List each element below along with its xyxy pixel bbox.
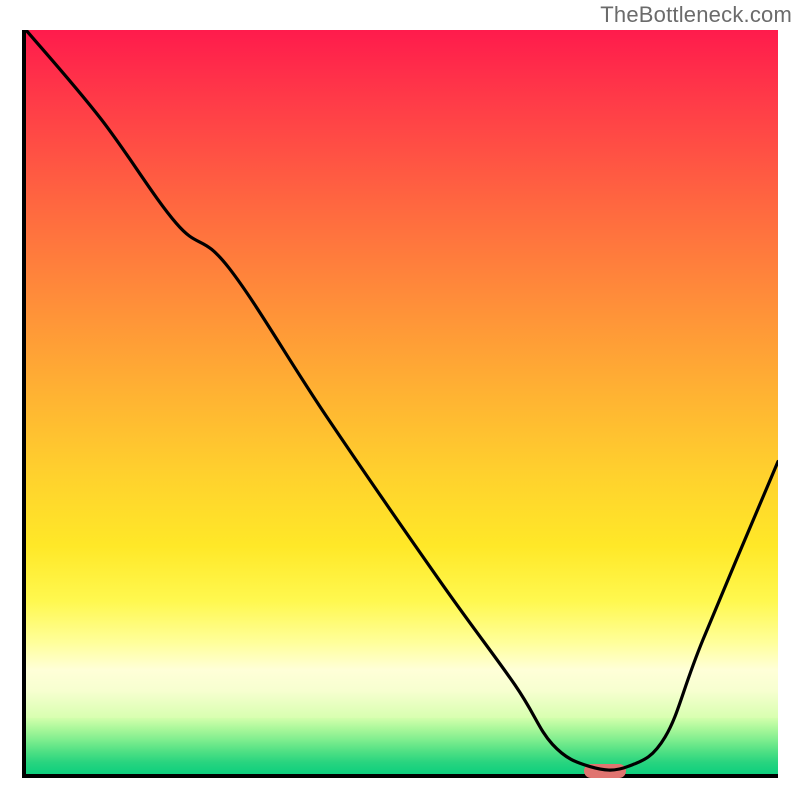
axes-frame: [22, 30, 778, 778]
watermark-text: TheBottleneck.com: [600, 2, 792, 28]
optimal-marker: [584, 764, 626, 778]
chart-canvas: TheBottleneck.com: [0, 0, 800, 800]
